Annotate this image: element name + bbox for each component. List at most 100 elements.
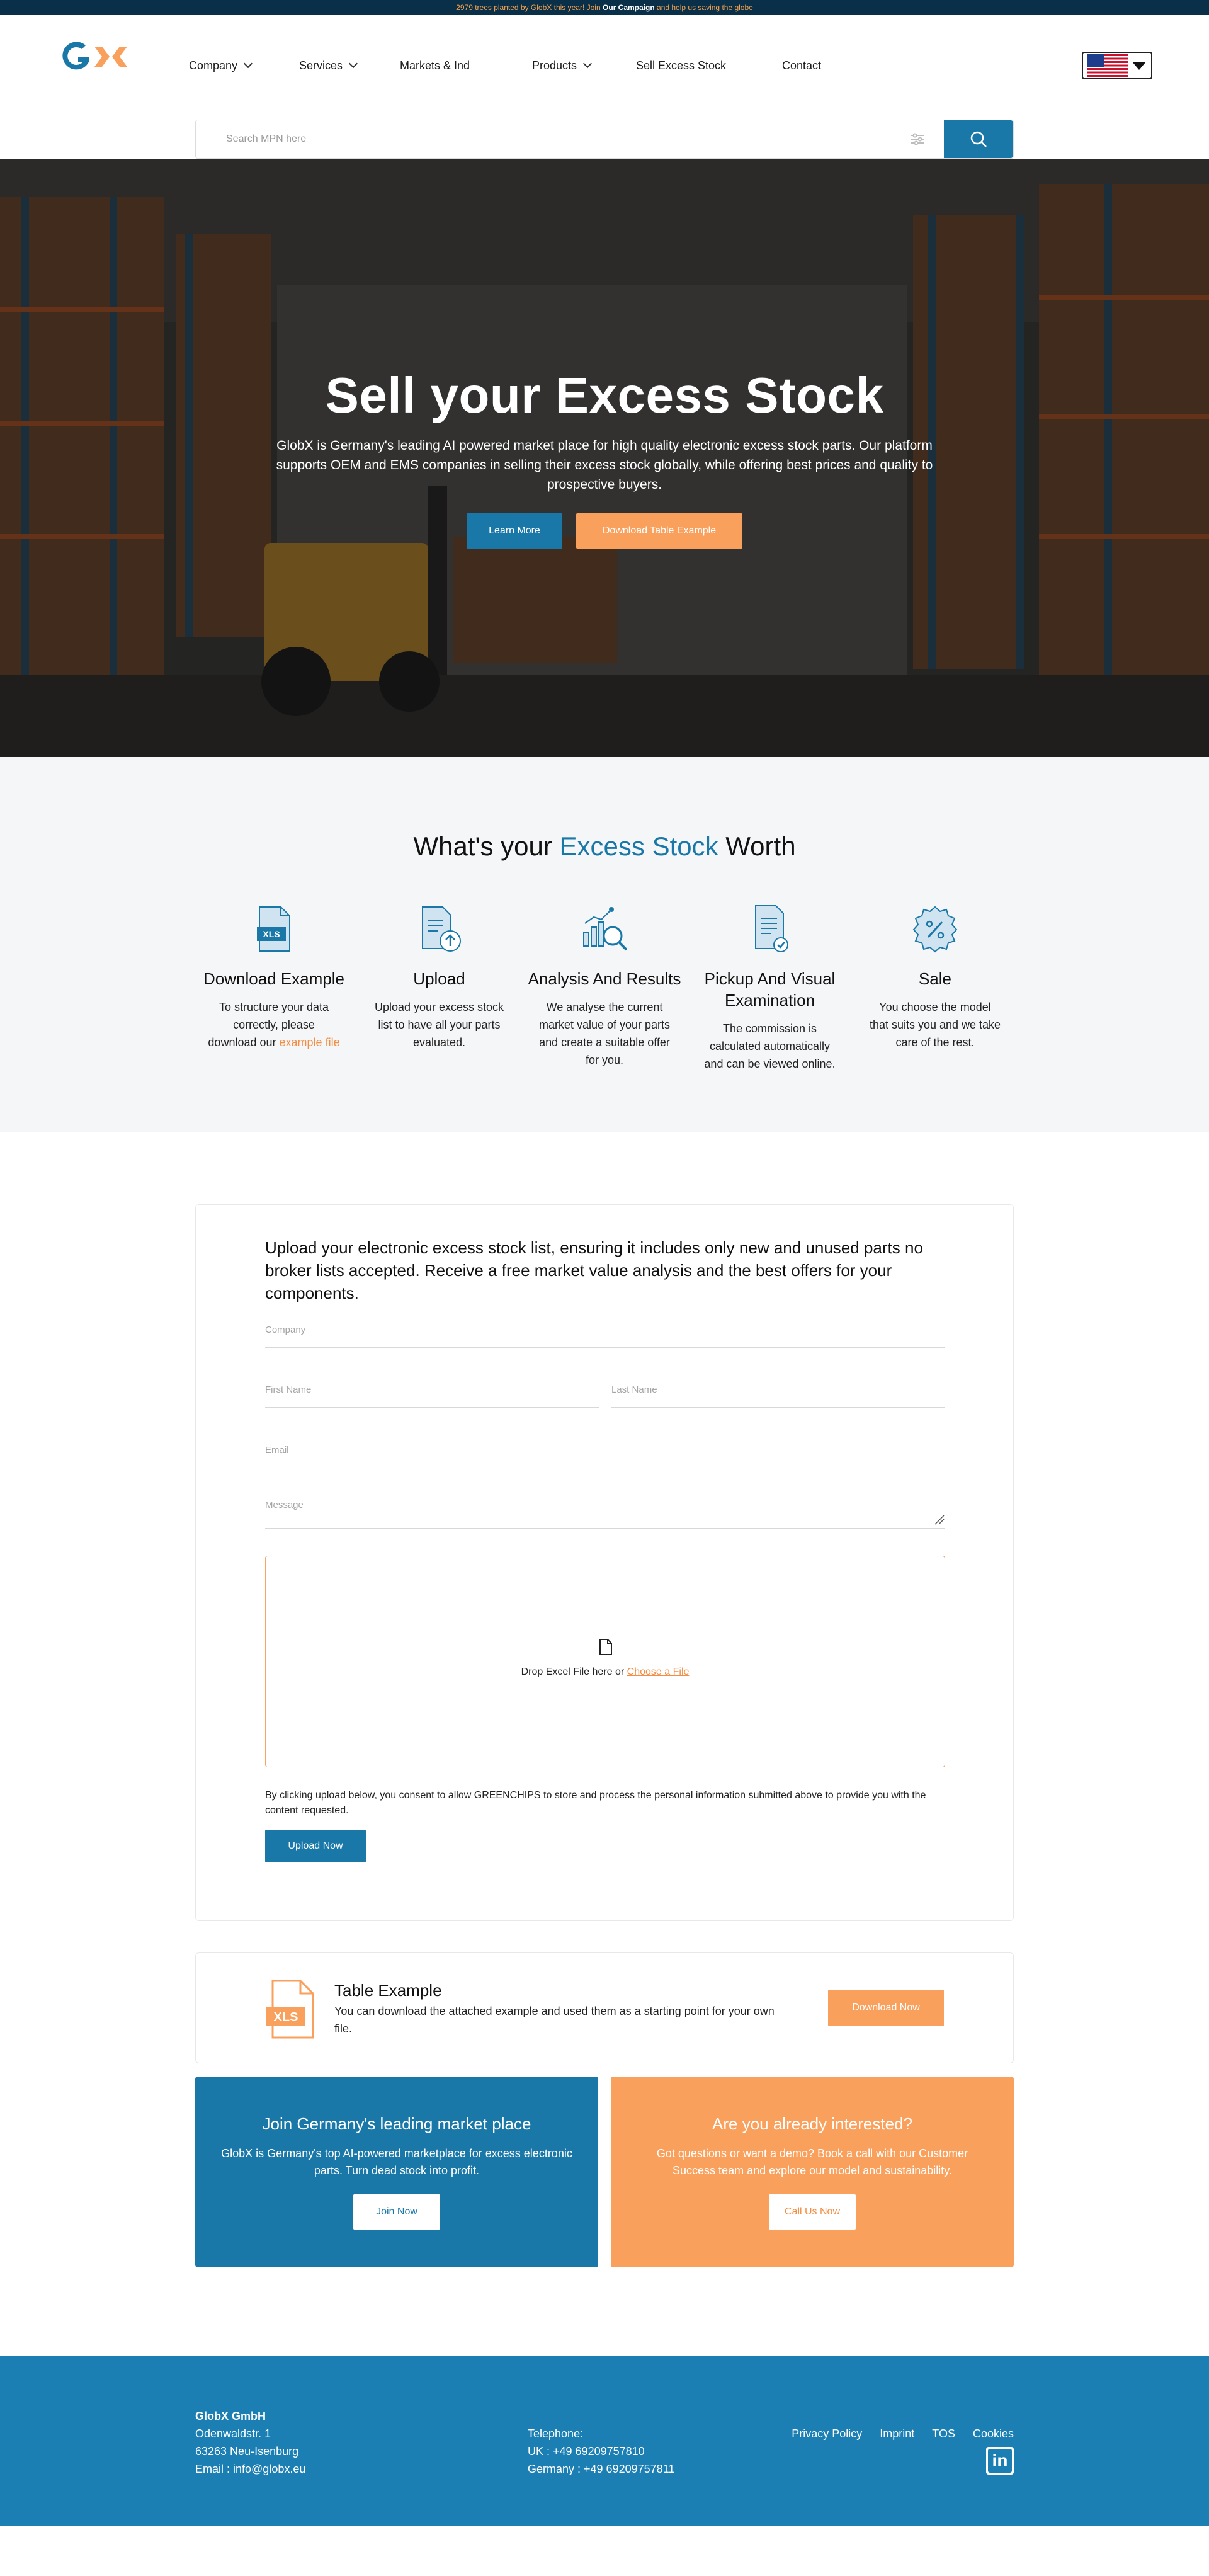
step-title: Analysis And Results xyxy=(528,969,681,988)
first-name-input[interactable] xyxy=(265,1372,599,1407)
tos-link[interactable]: TOS xyxy=(932,2425,955,2442)
step-text: The commission is calculated automatical… xyxy=(704,1022,836,1070)
step-title: Sale xyxy=(918,969,952,988)
imprint-link[interactable]: Imprint xyxy=(880,2425,914,2442)
xls-label: XLS xyxy=(274,2010,298,2024)
step-title: Pickup And Visual Examination xyxy=(704,969,836,1010)
search-icon xyxy=(970,131,987,147)
choose-file-link[interactable]: Choose a File xyxy=(627,1667,690,1677)
chevron-down-icon xyxy=(243,59,253,69)
mpn-search-bar xyxy=(195,120,1014,159)
download-table-example-button[interactable]: Download Table Example xyxy=(576,513,742,549)
search-button[interactable] xyxy=(944,120,1013,158)
globx-logo[interactable] xyxy=(57,33,132,77)
nav-products-label: Products xyxy=(532,59,577,72)
step-text: To structure your data correctly, please… xyxy=(195,998,353,1051)
linkedin-label: in xyxy=(988,2449,1012,2473)
analysis-chart-icon xyxy=(583,907,628,951)
nav-markets[interactable]: Markets & Ind xyxy=(400,53,532,78)
footer-links: Privacy Policy Imprint TOS Cookies xyxy=(792,2425,1014,2442)
campaign-link[interactable]: Our Campaign xyxy=(603,3,655,12)
table-example-card: XLS Table Example You can download the a… xyxy=(195,1952,1014,2063)
dropzone-text: Drop Excel File here or Choose a File xyxy=(266,1667,945,1678)
cta-section: Join Germany's leading market place Glob… xyxy=(0,2077,1209,2280)
join-text: GlobX is Germany's top AI-powered market… xyxy=(221,2147,572,2177)
first-name-field xyxy=(265,1372,599,1408)
example-file-link[interactable]: example file xyxy=(280,1036,340,1049)
hero-section: Sell your Excess Stock GlobX is Germany'… xyxy=(0,159,1209,757)
join-now-button[interactable]: Join Now xyxy=(353,2194,440,2230)
main-nav: Company Services Markets & Ind Products … xyxy=(189,53,858,78)
promo-text-after: and help us saving the globe xyxy=(657,3,753,12)
last-name-input[interactable] xyxy=(611,1372,945,1407)
file-dropzone[interactable]: Drop Excel File here or Choose a File xyxy=(265,1556,945,1767)
process-steps: XLS Download Example To structure your d… xyxy=(195,901,1014,1073)
email-input[interactable] xyxy=(265,1433,945,1468)
company-input[interactable] xyxy=(265,1313,945,1347)
footer-company-name: GlobX GmbH xyxy=(195,2410,266,2422)
checked-document-icon xyxy=(754,905,788,952)
linkedin-icon[interactable]: in xyxy=(986,2447,1014,2475)
learn-more-button[interactable]: Learn More xyxy=(467,513,562,549)
step-text: Upload your excess stock list to have al… xyxy=(374,1001,504,1049)
worth-title-pre: What's your xyxy=(413,831,552,861)
step-upload: Upload Upload your excess stock list to … xyxy=(361,901,518,1073)
promo-bar: 2979 trees planted by GlobX this year! J… xyxy=(0,0,1209,15)
hero-title: Sell your Excess Stock xyxy=(325,367,884,423)
chevron-down-icon xyxy=(348,59,358,69)
worth-title-post: Worth xyxy=(725,831,796,861)
us-flag-icon xyxy=(1087,54,1128,77)
call-us-now-button[interactable]: Call Us Now xyxy=(769,2194,856,2230)
promo-text: 2979 trees planted by GlobX this year! J… xyxy=(456,3,601,12)
cookies-link[interactable]: Cookies xyxy=(973,2425,1014,2442)
privacy-policy-link[interactable]: Privacy Policy xyxy=(792,2425,862,2442)
message-textarea[interactable] xyxy=(265,1487,945,1528)
nav-contact-label: Contact xyxy=(782,59,822,72)
step-text: You choose the model that suits you and … xyxy=(869,1001,1001,1049)
nav-services[interactable]: Services xyxy=(299,53,400,78)
nav-company[interactable]: Company xyxy=(189,53,299,78)
upload-section: Upload your electronic excess stock list… xyxy=(0,1132,1209,2077)
search-input[interactable] xyxy=(196,120,905,158)
message-field xyxy=(265,1487,945,1529)
xls-file-icon: XLS xyxy=(257,906,290,952)
resize-handle-icon[interactable] xyxy=(934,1514,945,1525)
nav-products[interactable]: Products xyxy=(532,53,636,78)
upload-form-card: Upload your electronic excess stock list… xyxy=(195,1204,1014,1921)
telephone-uk[interactable]: UK : +49 69209757810 xyxy=(528,2442,674,2460)
company-field xyxy=(265,1313,945,1348)
join-marketplace-box: Join Germany's leading market place Glob… xyxy=(195,2077,598,2267)
footer-email[interactable]: Email : info@globx.eu xyxy=(195,2460,305,2478)
download-now-button[interactable]: Download Now xyxy=(828,1990,944,2026)
hero-content: Sell your Excess Stock GlobX is Germany'… xyxy=(0,367,1209,549)
worth-title: What's your Excess Stock Worth xyxy=(0,831,1209,862)
hero-subtitle: GlobX is Germany's leading AI powered ma… xyxy=(276,438,933,492)
telephone-germany[interactable]: Germany : +49 69209757811 xyxy=(528,2460,674,2478)
telephone-label: Telephone: xyxy=(528,2427,584,2440)
nav-sell-label: Sell Excess Stock xyxy=(636,59,727,72)
upload-now-button[interactable]: Upload Now xyxy=(265,1830,366,1862)
step-title: Download Example xyxy=(203,969,344,988)
worth-section: What's your Excess Stock Worth XLS Downl… xyxy=(0,757,1209,1132)
nav-contact[interactable]: Contact xyxy=(782,53,858,78)
hero-buttons: Learn More Download Table Example xyxy=(0,513,1209,549)
email-field xyxy=(265,1433,945,1468)
step-analysis-results: Analysis And Results We analyse the curr… xyxy=(526,901,683,1073)
drop-instruction: Drop Excel File here or xyxy=(521,1667,625,1677)
step-pickup-examination: Pickup And Visual Examination The commis… xyxy=(691,901,849,1073)
filter-sliders-icon[interactable] xyxy=(905,127,930,152)
chevron-down-icon xyxy=(582,59,593,69)
svg-text:XLS: XLS xyxy=(263,929,280,939)
step-title: Upload xyxy=(413,969,465,988)
footer-city: 63263 Neu-Isenburg xyxy=(195,2445,299,2458)
footer-street: Odenwaldstr. 1 xyxy=(195,2427,271,2440)
language-selector[interactable] xyxy=(1082,52,1152,79)
last-name-field xyxy=(611,1372,945,1408)
caret-down-icon xyxy=(1132,61,1146,70)
footer-address: GlobX GmbH Odenwaldstr. 1 63263 Neu-Isen… xyxy=(195,2407,305,2478)
interested-title: Are you already interested? xyxy=(712,2114,912,2133)
nav-sell-excess-stock[interactable]: Sell Excess Stock xyxy=(636,53,782,78)
step-text: We analyse the current market value of y… xyxy=(538,1001,671,1066)
upload-document-icon xyxy=(421,906,461,952)
percent-badge-icon xyxy=(912,906,958,953)
